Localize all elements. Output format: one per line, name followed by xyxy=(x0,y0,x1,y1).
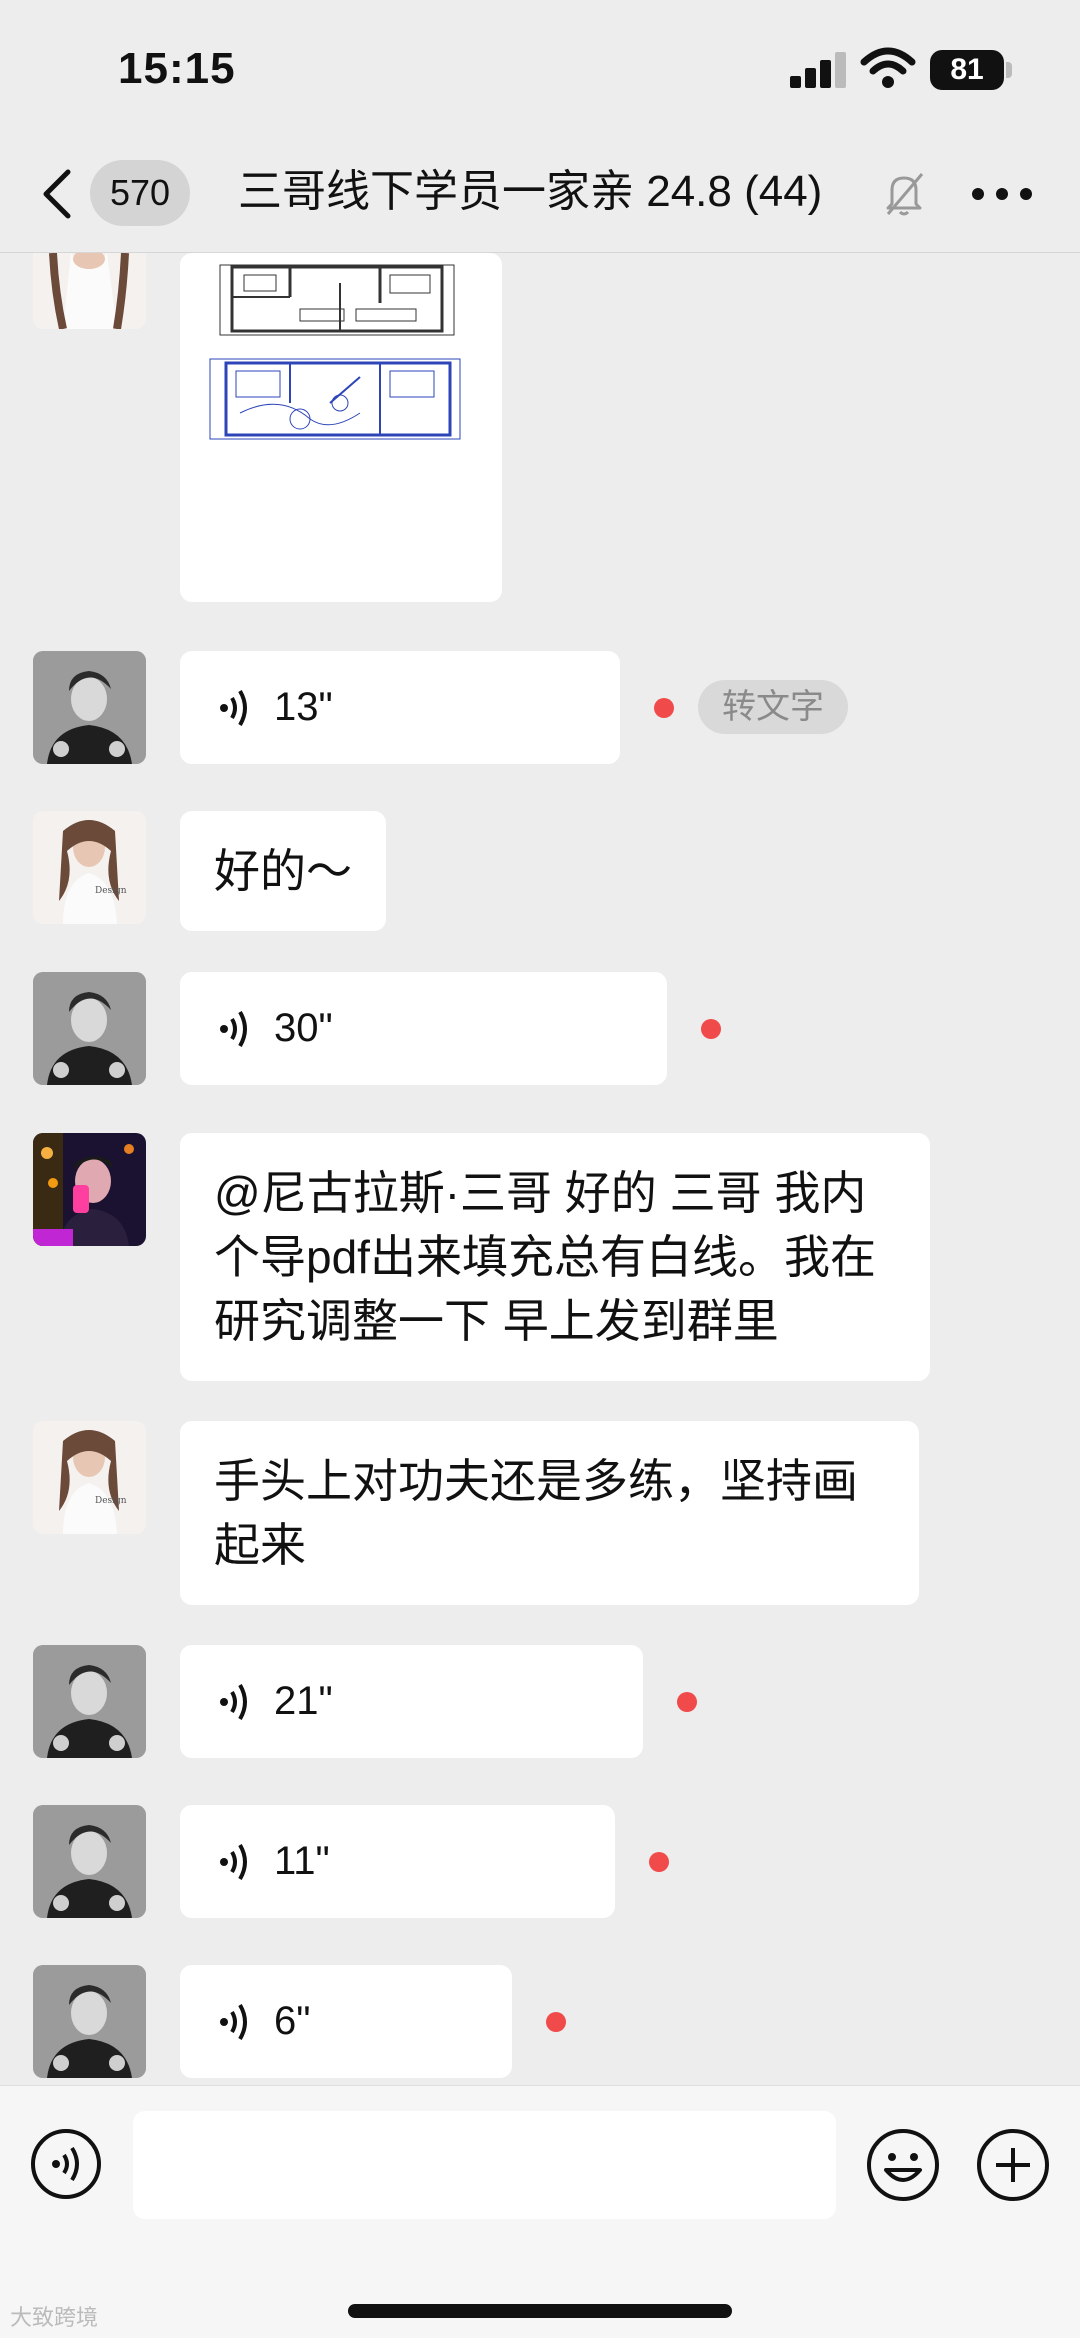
voice-wave-icon xyxy=(220,1843,247,1881)
avatar[interactable] xyxy=(33,651,146,764)
convert-to-text-button[interactable]: 转文字 xyxy=(698,680,848,734)
avatar[interactable] xyxy=(33,1645,146,1758)
avatar[interactable]: Design xyxy=(33,1421,146,1534)
voice-wave-icon xyxy=(220,689,247,727)
text-message[interactable]: 好的～ xyxy=(180,811,386,931)
unread-count-badge[interactable]: 570 xyxy=(90,160,190,226)
avatar[interactable] xyxy=(33,1805,146,1918)
unread-voice-dot xyxy=(654,698,674,718)
status-bar: 15:15 81 xyxy=(0,0,1080,140)
message-input[interactable] xyxy=(133,2111,836,2219)
unread-voice-dot xyxy=(677,1692,697,1712)
emoji-icon[interactable] xyxy=(866,2128,940,2202)
voice-duration: 21" xyxy=(274,1679,333,1723)
voice-input-button-icon[interactable] xyxy=(30,2128,102,2200)
avatar[interactable] xyxy=(33,253,146,329)
svg-text:Design: Design xyxy=(95,886,127,896)
voice-message[interactable]: 30" xyxy=(180,972,667,1085)
voice-message[interactable]: 13" xyxy=(180,651,620,764)
cellular-signal-icon xyxy=(790,52,846,88)
chat-header: 570 三哥线下学员一家亲 24.8 (44) xyxy=(0,140,1080,253)
wifi-icon xyxy=(860,47,916,88)
voice-wave-icon xyxy=(220,2003,247,2041)
voice-message[interactable]: 6" xyxy=(180,1965,512,2078)
avatar[interactable]: Design xyxy=(33,811,146,924)
text-message[interactable]: @尼古拉斯·三哥 好的 三哥 我内个导pdf出来填充总有白线。我在研究调整一下 … xyxy=(180,1133,930,1381)
floor-plan-image[interactable] xyxy=(180,253,502,602)
avatar[interactable] xyxy=(33,1133,146,1246)
image-message[interactable] xyxy=(180,253,502,602)
unread-voice-dot xyxy=(649,1852,669,1872)
chat-title: 三哥线下学员一家亲 24.8 (44) xyxy=(238,167,823,216)
input-bar xyxy=(0,2085,1080,2338)
unread-voice-dot xyxy=(546,2012,566,2032)
voice-message[interactable]: 11" xyxy=(180,1805,615,1918)
voice-duration: 30" xyxy=(274,1006,333,1050)
more-options-icon[interactable] xyxy=(972,188,1032,202)
battery-level: 81 xyxy=(930,50,1004,90)
avatar[interactable] xyxy=(33,1965,146,2078)
plus-icon[interactable] xyxy=(976,2128,1050,2202)
muted-bell-icon xyxy=(886,173,924,216)
voice-duration: 6" xyxy=(274,1999,311,2043)
voice-wave-icon xyxy=(220,1010,247,1048)
clock: 15:15 xyxy=(118,44,236,93)
voice-message[interactable]: 21" xyxy=(180,1645,643,1758)
battery-tip xyxy=(1006,62,1012,78)
avatar[interactable] xyxy=(33,972,146,1085)
back-chevron-icon[interactable] xyxy=(38,166,78,222)
voice-wave-icon xyxy=(220,1683,247,1721)
voice-duration: 13" xyxy=(274,685,333,729)
svg-text:Design: Design xyxy=(95,1496,127,1506)
home-indicator xyxy=(348,2304,732,2318)
unread-voice-dot xyxy=(701,1019,721,1039)
text-message[interactable]: 手头上对功夫还是多练，坚持画起来 xyxy=(180,1421,919,1605)
watermark-text: 大致跨境 xyxy=(10,2305,99,2330)
voice-duration: 11" xyxy=(274,1839,330,1883)
